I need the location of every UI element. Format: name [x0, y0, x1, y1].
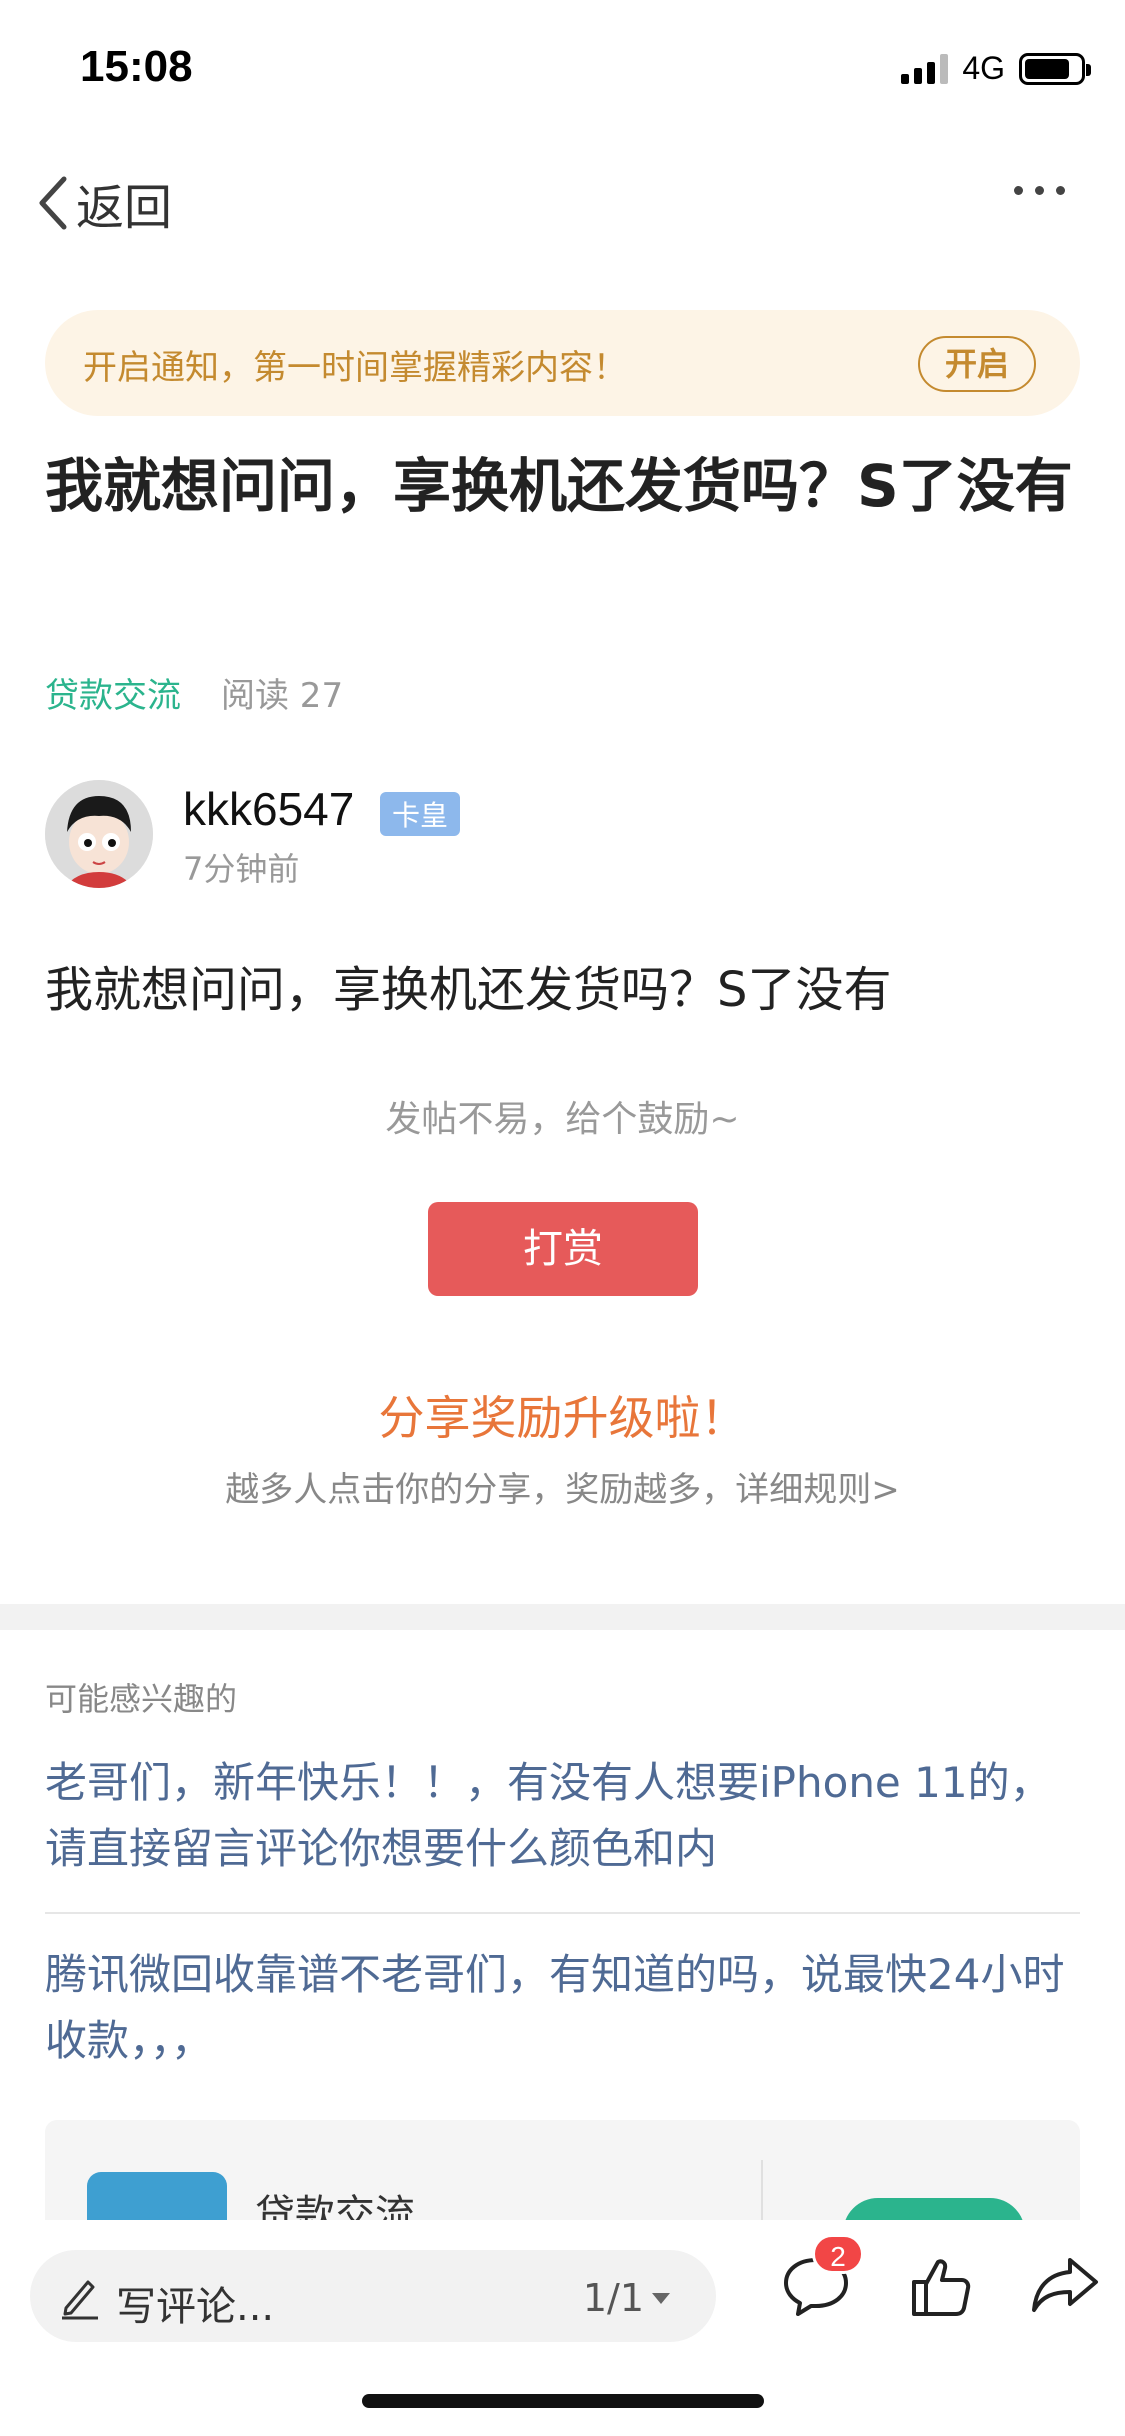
back-label: 返回 — [76, 180, 173, 236]
page-indicator: 1/1 — [582, 2276, 644, 2320]
bottom-bar: 写评论... 1/1 2 — [0, 2220, 1125, 2436]
related-post-item[interactable]: 腾讯微回收靠谱不老哥们，有知道的吗，说最快24小时收款，，， — [45, 1942, 1080, 2074]
post-meta: 贷款交流 阅读 27 — [45, 668, 343, 717]
share-rules-link[interactable]: 越多人点击你的分享，奖励越多，详细规则> — [0, 1462, 1125, 1511]
author-name[interactable]: kkk6547 — [183, 782, 354, 836]
chevron-left-icon — [36, 173, 70, 233]
author-info: kkk6547 卡皇 7分钟前 — [45, 780, 1080, 890]
forum-card[interactable]: 贷款交流 — [45, 2120, 1080, 2220]
status-time: 15:08 — [80, 42, 193, 91]
more-dots-icon[interactable] — [1014, 186, 1065, 195]
avatar[interactable] — [45, 780, 153, 888]
forum-icon — [87, 2172, 227, 2220]
share-arrow-icon — [1030, 2258, 1100, 2320]
nav-bar: 返回 — [0, 158, 1125, 238]
forum-link[interactable]: 贷款交流 — [45, 668, 181, 717]
notification-banner: 开启通知，第一时间掌握精彩内容！ 开启 — [45, 310, 1080, 416]
share-button[interactable] — [1030, 2254, 1100, 2320]
thumbs-up-icon — [908, 2259, 974, 2324]
page-selector[interactable]: 1/1 — [583, 2276, 670, 2320]
enable-notification-button[interactable]: 开启 — [918, 336, 1036, 392]
caret-down-icon — [652, 2292, 670, 2304]
back-button[interactable]: 返回 — [36, 168, 172, 238]
author-level-badge: 卡皇 — [380, 792, 461, 836]
notification-text: 开启通知，第一时间掌握精彩内容！ — [83, 348, 627, 388]
forum-card-name: 贷款交流 — [255, 2192, 415, 2220]
reward-button[interactable]: 打赏 — [428, 1202, 698, 1296]
post-time: 7分钟前 — [183, 850, 300, 888]
status-bar: 15:08 4G — [0, 0, 1125, 132]
pen-icon — [58, 2272, 102, 2324]
reward-prompt: 发帖不易，给个鼓励~ — [385, 1099, 740, 1140]
comments-button[interactable]: 2 — [780, 2234, 864, 2324]
read-count: 阅读 27 — [221, 676, 344, 716]
forum-join-button[interactable] — [843, 2198, 1025, 2220]
comment-placeholder: 写评论... — [116, 2284, 275, 2330]
related-divider — [45, 1912, 1080, 1914]
post-title: 我就想问问，享换机还发货吗？S了没有 — [45, 452, 1073, 520]
comment-bubble-icon — [780, 2258, 852, 2324]
post-content: 我就想问问，享换机还发货吗？S了没有 — [45, 962, 892, 1018]
section-divider — [0, 1604, 1125, 1630]
share-reward-title: 分享奖励升级啦！ — [378, 1391, 747, 1445]
comment-count-badge: 2 — [812, 2234, 864, 2274]
related-heading: 可能感兴趣的 — [45, 1680, 238, 1718]
related-post-item[interactable]: 老哥们，新年快乐！！，有没有人想要iPhone 11的，请直接留言评论你想要什么… — [45, 1750, 1080, 1882]
home-indicator[interactable] — [362, 2394, 764, 2408]
like-button[interactable] — [908, 2254, 974, 2324]
network-type: 4G — [962, 50, 1005, 86]
signal-icon — [901, 53, 949, 84]
status-indicators: 4G — [901, 50, 1091, 87]
forum-card-divider — [761, 2160, 763, 2220]
battery-icon — [1019, 52, 1091, 85]
comment-input[interactable]: 写评论... 1/1 — [30, 2250, 716, 2342]
